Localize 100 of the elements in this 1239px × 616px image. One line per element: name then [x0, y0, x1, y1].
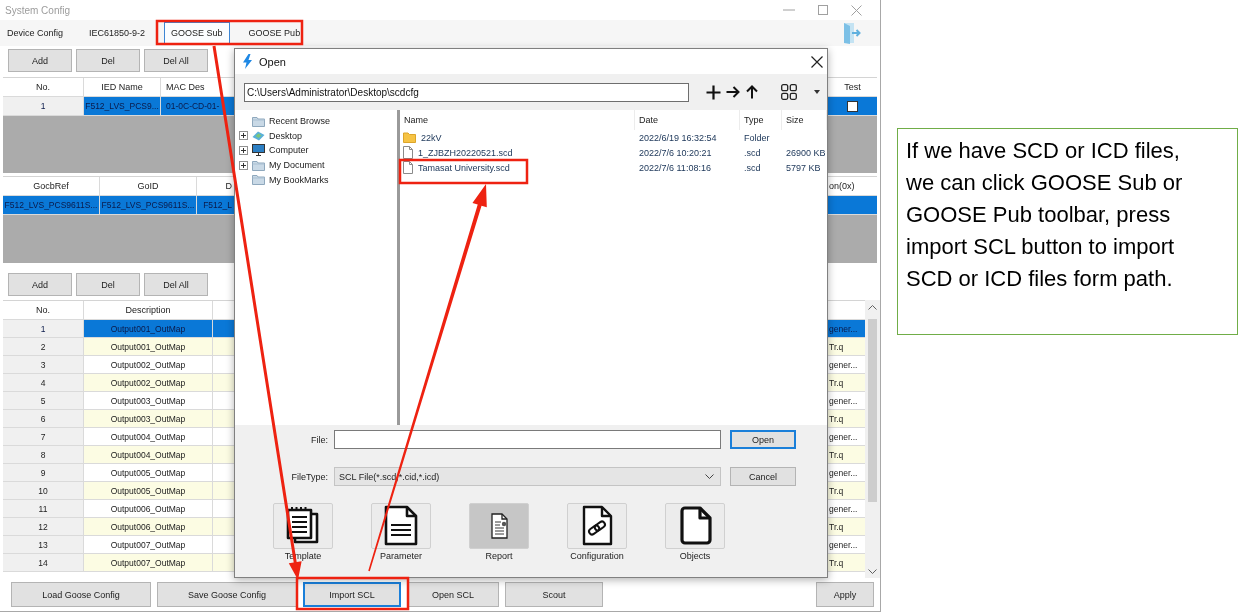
file-size: 26900 KB [786, 147, 826, 158]
column-header: No. [3, 78, 84, 96]
row-number: 13 [3, 536, 84, 553]
table-cell: Output001_OutMap [84, 320, 213, 337]
toolbar-tab[interactable]: Device Config [0, 21, 71, 45]
table-cell-text: gener... [828, 538, 859, 552]
row-number: 7 [3, 428, 84, 445]
table-cell-text: 01-0C-CD-01- [165, 100, 221, 113]
delete-all-button[interactable]: Del All [144, 273, 208, 296]
table-cell: Output005_OutMap [84, 482, 213, 499]
column-header[interactable]: Type [744, 115, 764, 125]
table-cell-text: Tr.q [828, 484, 845, 498]
shortcut-button[interactable]: Objects [665, 503, 725, 561]
shortcut-button[interactable]: Report [469, 503, 529, 561]
field-label: FileType: [291, 471, 328, 482]
table-cell-text: gener... [828, 466, 859, 480]
file-name[interactable]: 22kV [421, 132, 442, 143]
column-header[interactable]: Name [404, 115, 428, 125]
table-cell: Output004_OutMap [84, 428, 213, 445]
folder-icon [252, 115, 265, 127]
expand-icon[interactable] [239, 146, 248, 155]
caret-down-icon[interactable] [814, 90, 820, 94]
tree-item[interactable]: My Document [235, 157, 397, 173]
file-date: 2022/6/19 16:32:54 [639, 132, 717, 143]
tree-item[interactable]: Desktop [235, 128, 397, 144]
column-header[interactable]: Size [786, 115, 804, 125]
table-cell: Output007_OutMap [84, 536, 213, 553]
column-header: Test [843, 81, 862, 94]
tree-item[interactable]: Recent Browse [235, 114, 397, 129]
table-cell: Output006_OutMap [84, 518, 213, 535]
toolbar-tab[interactable]: GOOSE Pub [241, 21, 308, 45]
column-header: GoID [100, 177, 197, 195]
link-document-icon [567, 503, 627, 549]
import-button[interactable]: Import SCL [303, 582, 401, 607]
file-icon [403, 146, 413, 159]
table-cell-text: Tr.q [828, 340, 845, 354]
table-cell: Output007_OutMap [84, 554, 213, 571]
open-file-button[interactable]: Open SCL [407, 582, 499, 607]
path-field[interactable]: C:\Users\Administrator\Desktop\scdcfg [244, 82, 689, 102]
arrow-right-icon[interactable] [726, 86, 740, 98]
column-header[interactable]: Date [639, 115, 658, 125]
scout-button[interactable]: Scout [505, 582, 603, 607]
checkbox[interactable] [847, 100, 858, 112]
file-name[interactable]: 1_ZJBZH20220521.scd [418, 147, 513, 158]
delete-button[interactable]: Del [76, 49, 140, 72]
row-number: 9 [3, 464, 84, 481]
row-number: 5 [3, 392, 84, 409]
plus-icon[interactable] [706, 84, 721, 100]
row-number: 1 [3, 320, 84, 337]
close-icon[interactable] [811, 55, 823, 68]
scroll-up-icon[interactable] [868, 305, 877, 310]
table-cell: F512_LVS_PCS9611S... [3, 196, 100, 214]
column-header: MAC Des [165, 81, 206, 94]
cancel-button[interactable]: Cancel [730, 467, 796, 486]
tree-item[interactable]: My BookMarks [235, 172, 397, 187]
file-size: 5797 KB [786, 162, 821, 173]
table-cell-text: Tr.q [828, 376, 845, 390]
grid-view-icon[interactable] [781, 84, 797, 100]
shortcut-button[interactable]: Configuration [567, 503, 627, 561]
column-header: on(0x) [828, 180, 856, 193]
scrollbar[interactable] [865, 300, 880, 578]
toolbar-tab[interactable]: IEC61850-9-2 [82, 21, 153, 45]
arrow-up-icon[interactable] [746, 85, 758, 99]
folder-icon [252, 159, 265, 171]
load-config-button[interactable]: Load Goose Config [11, 582, 151, 607]
delete-all-button[interactable]: Del All [144, 49, 208, 72]
column-header: GocbRef [3, 177, 100, 195]
table-cell-text: Tr.q [828, 556, 845, 570]
table-cell-text: Tr.q [828, 412, 845, 426]
row-number: 11 [3, 500, 84, 517]
shortcut-button[interactable]: Parameter [371, 503, 431, 561]
file-date: 2022/7/6 11:08:16 [639, 162, 711, 173]
row-number: 6 [3, 410, 84, 427]
column-header: IED Name [84, 78, 161, 96]
blank-document-icon [665, 503, 725, 549]
file-type: Folder [744, 132, 770, 143]
window-title: System Config [5, 4, 71, 16]
delete-button[interactable]: Del [76, 273, 140, 296]
tree-item[interactable]: Computer [235, 143, 397, 158]
add-button[interactable]: Add [8, 49, 72, 72]
monitor-icon [252, 144, 265, 157]
table-cell: Output003_OutMap [84, 410, 213, 427]
file-name-field[interactable] [334, 430, 721, 449]
expand-icon[interactable] [239, 131, 248, 141]
maximize-icon[interactable] [818, 5, 828, 15]
desktop-icon [252, 130, 265, 142]
expand-icon[interactable] [239, 160, 248, 170]
table-cell: Output006_OutMap [84, 500, 213, 517]
save-config-button[interactable]: Save Goose Config [157, 582, 297, 607]
folder-icon [252, 174, 265, 186]
file-name[interactable]: Tamasat University.scd [418, 162, 510, 173]
table-cell: Output004_OutMap [84, 446, 213, 463]
column-header: Description [84, 301, 213, 319]
table-cell-text: gener... [828, 502, 859, 516]
add-button[interactable]: Add [8, 273, 72, 296]
table-cell-text: gener... [828, 322, 859, 336]
apply-button[interactable]: Apply [816, 582, 874, 607]
scroll-down-icon[interactable] [868, 569, 877, 574]
scrollbar-thumb[interactable] [868, 319, 877, 502]
open-button[interactable]: Open [730, 430, 796, 449]
